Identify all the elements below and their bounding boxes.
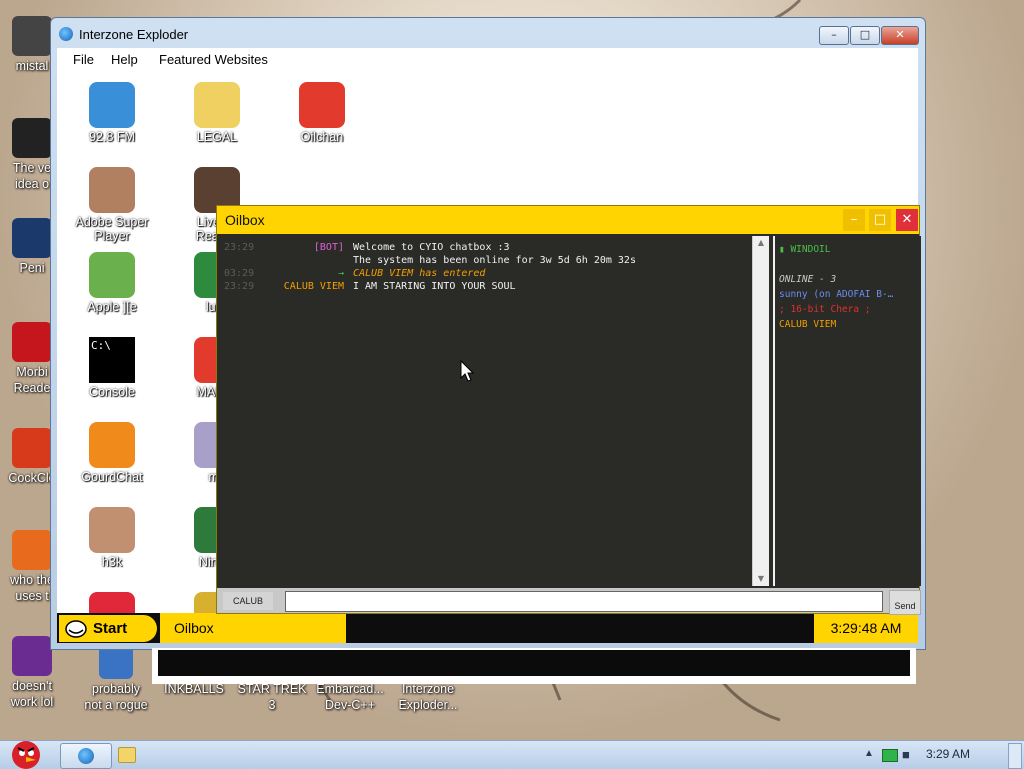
online-header: ONLINE - 3 — [779, 274, 837, 285]
taskbar-folder-button[interactable] — [118, 747, 136, 763]
oil-taskbar: Start Oilbox 3:29:48 AM — [57, 613, 918, 643]
chat-message: 03:29 → CALUB VIEM has entered — [219, 268, 767, 281]
yahoo-messenger-icon — [12, 636, 52, 676]
trollface-icon — [65, 620, 87, 638]
ie-window-title: Interzone Exploder — [79, 27, 189, 42]
start-button[interactable]: Start — [59, 615, 157, 642]
app-icon-label: LEGAL — [196, 130, 238, 144]
chat-log: 23:29 [BOT] Welcome to CYIO chatbox :3 The … — [219, 236, 769, 586]
online-user[interactable]: CALUB VIEM — [779, 319, 836, 330]
app-icon[interactable]: h3k — [67, 507, 157, 569]
desktop-icon-label: probably not a rogue — [84, 682, 148, 712]
chat-message: 23:29 CALUB VIEM I AM STARING INTO YOUR SO… — [219, 281, 767, 294]
chat-scrollbar[interactable]: ▲ ▼ — [752, 236, 769, 586]
ie-icon — [59, 27, 73, 41]
app-icon-label: Console — [89, 385, 135, 399]
online-user[interactable]: sunny (on ADOFAI B-… — [779, 289, 893, 300]
trashcan-icon — [12, 118, 52, 158]
maximize-button[interactable]: □ — [850, 26, 880, 45]
pdf-reader-icon — [12, 322, 52, 362]
windows-taskbar: ▲ ■ 3:29 AM — [0, 740, 1024, 769]
app-icon-label: 92.8 FM — [89, 130, 135, 144]
app-icon[interactable]: 92.8 FM — [67, 82, 157, 144]
scroll-down-arrow[interactable]: ▼ — [753, 572, 769, 586]
close-button[interactable]: ✕ — [881, 26, 919, 45]
message-input[interactable] — [285, 591, 883, 612]
volume-icon[interactable]: ■ — [902, 747, 910, 762]
app-icon[interactable]: GourdChat — [67, 422, 157, 484]
ccleaner-icon — [12, 428, 52, 468]
chat-nick[interactable]: [BOT] — [249, 242, 344, 253]
h3k-face-icon — [89, 507, 135, 553]
oilchan-icon — [299, 82, 345, 128]
show-desktop-button[interactable] — [1008, 743, 1022, 769]
pumpkin-icon — [89, 422, 135, 468]
console-icon: C:\ — [89, 337, 135, 383]
chat-nick[interactable]: CALUB VIEM — [249, 281, 344, 292]
app-icon-label: Oilchan — [300, 130, 344, 144]
chat-text: I AM STARING INTO YOUR SOUL — [353, 281, 516, 292]
angry-bird-start-icon[interactable] — [4, 733, 48, 769]
app-icon-label: h3k — [101, 555, 123, 569]
taskbar-oilbox-label: Oilbox — [174, 620, 214, 636]
man-pointing-icon — [89, 167, 135, 213]
desktop-icon-label: doesn't work lol — [10, 679, 54, 709]
menu-file[interactable]: File — [73, 52, 94, 67]
app-icon-label: Apple ][e — [87, 300, 137, 314]
oilbox-window: Oilbox – □ ✕ 23:29 [BOT] Welcome to CYIO c… — [216, 205, 921, 615]
photoshop-icon — [12, 218, 52, 258]
radio-globe-icon — [89, 82, 135, 128]
online-user[interactable]: ; 16-bit Chera ; — [779, 304, 871, 315]
oilbox-titlebar[interactable]: Oilbox – □ ✕ — [217, 206, 919, 234]
lightning-icon — [12, 530, 52, 570]
app-icon[interactable]: LEGAL — [172, 82, 262, 144]
nick-label[interactable]: CALUB — [223, 592, 273, 610]
send-button[interactable]: Send — [889, 590, 921, 615]
gears-icon — [99, 645, 133, 679]
input-bar: CALUB Send — [217, 588, 921, 615]
oil-clock: 3:29:48 AM — [814, 613, 918, 643]
console-prompt: C:\ — [91, 339, 111, 352]
show-hidden-icons[interactable]: ▲ — [864, 748, 874, 759]
chat-text: Welcome to CYIO chatbox :3 — [353, 242, 510, 253]
computer-icon — [12, 16, 52, 56]
taskbar-oilbox[interactable]: Oilbox — [160, 613, 346, 643]
app-icon[interactable]: Apple ][e — [67, 252, 157, 314]
mouse-cursor — [460, 360, 474, 382]
app-icon[interactable]: Oilchan — [277, 82, 367, 144]
chat-message: The system has been online for 3w 5d 6h … — [219, 255, 767, 268]
app-icon[interactable]: C:\ Console — [67, 337, 157, 399]
ie-icon — [78, 748, 94, 764]
background-window — [152, 648, 916, 684]
desktop-icon[interactable]: probably not a rogue — [78, 645, 154, 713]
minimize-button[interactable]: – — [819, 26, 849, 45]
folder-icon — [194, 82, 240, 128]
menu-featured-websites[interactable]: Featured Websites — [159, 52, 268, 67]
chat-nick[interactable]: → — [249, 268, 344, 279]
scroll-up-arrow[interactable]: ▲ — [753, 236, 769, 250]
oilbox-maximize-button[interactable]: □ — [869, 209, 891, 231]
desktop-icon-label: Embarcad... Dev-C++ — [316, 682, 384, 712]
desktop-icon-label: STAR TREK 3 — [237, 682, 307, 712]
channel-name[interactable]: ▮ WINDOIL — [779, 244, 830, 255]
app-icon[interactable]: Adobe Super Player — [67, 167, 157, 243]
taskbar-ie-button[interactable] — [60, 743, 112, 769]
chat-message: 23:29 [BOT] Welcome to CYIO chatbox :3 — [219, 242, 767, 255]
chat-text: CALUB VIEM has entered — [353, 268, 486, 279]
apple-icon — [89, 252, 135, 298]
battery-icon[interactable] — [882, 749, 898, 762]
chat-text: The system has been online for 3w 5d 6h … — [353, 255, 636, 266]
app-icon-label: GourdChat — [81, 470, 143, 484]
system-tray: ▲ ■ 3:29 AM — [844, 741, 1024, 769]
oilbox-close-button[interactable]: ✕ — [896, 209, 918, 231]
oilbox-title: Oilbox — [225, 212, 265, 228]
user-list: ▮ WINDOIL ONLINE - 3 sunny (on ADOFAI B-… — [773, 236, 921, 586]
start-label: Start — [93, 620, 128, 637]
menu-help[interactable]: Help — [111, 52, 138, 67]
oilbox-minimize-button[interactable]: – — [843, 209, 865, 231]
desktop-icon-label: Interzone Exploder... — [398, 682, 458, 712]
taskbar-clock[interactable]: 3:29 AM — [926, 747, 970, 761]
app-icon-label: Adobe Super Player — [75, 215, 149, 243]
menu-bar: File Help Featured Websites — [57, 48, 918, 72]
